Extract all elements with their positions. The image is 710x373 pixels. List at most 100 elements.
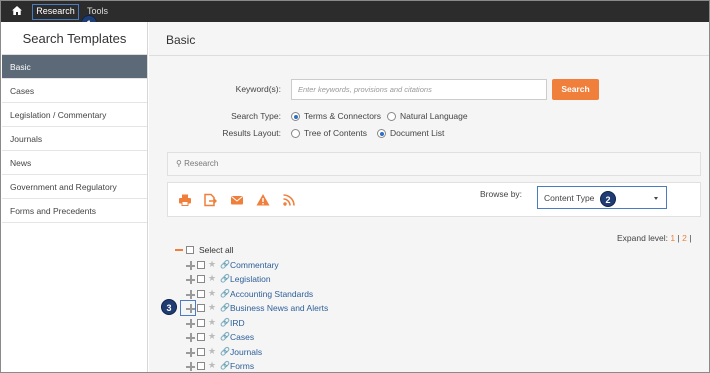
sidebar: Search Templates Basic Cases Legislation… xyxy=(2,22,148,372)
home-icon[interactable] xyxy=(10,4,24,18)
expand-level-2-link[interactable]: 2 xyxy=(682,233,687,243)
chevron-down-icon xyxy=(654,197,658,200)
radio-tree-of-contents[interactable] xyxy=(291,129,300,138)
export-icon[interactable] xyxy=(203,193,217,207)
star-icon[interactable]: ★ xyxy=(208,360,216,371)
toolbar: Browse by: Content Type 2 xyxy=(167,182,701,217)
sidebar-title: Search Templates xyxy=(2,22,147,55)
expand-plus-icon[interactable] xyxy=(186,362,195,371)
tree-checkbox[interactable] xyxy=(197,348,205,356)
main-content: Basic Keyword(s): Enter keywords, provis… xyxy=(149,22,709,372)
tree-checkbox[interactable] xyxy=(197,290,205,298)
location-pin-icon: ⚲ xyxy=(176,159,182,168)
expand-level-label: Expand level: xyxy=(617,233,669,243)
option-tree-of-contents: Tree of Contents xyxy=(304,128,367,138)
tree-checkbox[interactable] xyxy=(197,275,205,283)
expand-plus-icon[interactable] xyxy=(186,319,195,328)
option-natural-language: Natural Language xyxy=(400,111,468,121)
tree-row: ★ 🔗 Legislation xyxy=(173,273,333,288)
expand-plus-icon[interactable] xyxy=(186,333,195,342)
tree-item-label[interactable]: Business News and Alerts xyxy=(230,303,328,313)
star-icon[interactable]: ★ xyxy=(208,273,216,284)
tree-row: ★ 🔗 Business News and Alerts xyxy=(173,302,393,317)
tree-item-label[interactable]: Cases xyxy=(230,332,254,342)
link-icon: 🔗 xyxy=(220,274,230,283)
tree-checkbox[interactable] xyxy=(197,261,205,269)
alert-icon[interactable] xyxy=(256,193,270,207)
tree-checkbox[interactable] xyxy=(197,333,205,341)
option-terms-connectors: Terms & Connectors xyxy=(304,111,381,121)
tree-checkbox[interactable] xyxy=(197,362,205,370)
link-icon: 🔗 xyxy=(220,347,230,356)
keyword-input[interactable]: Enter keywords, provisions and citations xyxy=(291,79,547,100)
search-type-label: Search Type: xyxy=(231,111,281,121)
breadcrumb-bar: ⚲ Research xyxy=(167,152,701,176)
callout-2: 2 xyxy=(600,191,616,207)
sidebar-item-forms-precedents[interactable]: Forms and Precedents xyxy=(2,199,147,223)
keyword-label: Keyword(s): xyxy=(235,84,281,94)
search-button[interactable]: Search xyxy=(552,79,599,100)
select-all-checkbox[interactable] xyxy=(186,246,194,254)
expand-level-separator: | xyxy=(677,233,680,243)
radio-document-list[interactable] xyxy=(377,129,386,138)
browse-by-label: Browse by: xyxy=(480,189,523,199)
sidebar-item-cases[interactable]: Cases xyxy=(2,79,147,103)
tree-row: ★ 🔗 Forms xyxy=(173,360,333,372)
tree-row: ★ 🔗 Cases xyxy=(173,331,333,346)
expand-level-separator: | xyxy=(689,233,692,243)
sidebar-item-news[interactable]: News xyxy=(2,151,147,175)
rss-icon[interactable] xyxy=(282,193,296,207)
link-icon: 🔗 xyxy=(220,318,230,327)
link-icon: 🔗 xyxy=(220,303,230,312)
link-icon: 🔗 xyxy=(220,260,230,269)
tree-row: ★ 🔗 Journals xyxy=(173,346,333,361)
page-title: Basic xyxy=(166,33,196,47)
expand-level-1-link[interactable]: 1 xyxy=(670,233,675,243)
tree-row: ★ 🔗 IRD xyxy=(173,317,333,332)
breadcrumb: ⚲ Research xyxy=(176,159,218,168)
link-icon: 🔗 xyxy=(220,361,230,370)
sidebar-item-legislation-commentary[interactable]: Legislation / Commentary xyxy=(2,103,147,127)
results-layout-label: Results Layout: xyxy=(222,128,281,138)
expand-plus-icon[interactable] xyxy=(186,261,195,270)
radio-natural-language[interactable] xyxy=(387,112,396,121)
app-frame: Research Tools 1 Search Templates Basic … xyxy=(0,0,710,373)
star-icon[interactable]: ★ xyxy=(208,259,216,270)
expand-plus-icon[interactable] xyxy=(186,275,195,284)
sidebar-item-government-regulatory[interactable]: Government and Regulatory xyxy=(2,175,147,199)
star-icon[interactable]: ★ xyxy=(208,331,216,342)
expand-plus-icon[interactable] xyxy=(186,348,195,357)
tree-item-label[interactable]: Forms xyxy=(230,361,254,371)
expand-level-row: Expand level: 1 | 2 | xyxy=(617,233,691,243)
top-navigation-bar: Research Tools xyxy=(1,1,709,22)
star-icon[interactable]: ★ xyxy=(208,346,216,357)
email-icon[interactable] xyxy=(230,193,244,207)
tree-item-label[interactable]: Commentary xyxy=(230,260,279,270)
option-document-list: Document List xyxy=(390,128,445,138)
highlight-box xyxy=(180,300,196,316)
tree-checkbox[interactable] xyxy=(197,319,205,327)
print-icon[interactable] xyxy=(178,193,192,207)
expand-plus-icon[interactable] xyxy=(186,290,195,299)
tree-item-label[interactable]: Accounting Standards xyxy=(230,289,313,299)
sidebar-item-journals[interactable]: Journals xyxy=(2,127,147,151)
star-icon[interactable]: ★ xyxy=(208,317,216,328)
select-all-label: Select all xyxy=(199,245,234,255)
tree-row: ★ 🔗 Accounting Standards xyxy=(173,288,373,303)
tree-item-label[interactable]: Legislation xyxy=(230,274,271,284)
star-icon[interactable]: ★ xyxy=(208,288,216,299)
link-icon: 🔗 xyxy=(220,289,230,298)
nav-research-tab[interactable]: Research xyxy=(32,4,79,20)
radio-terms-connectors[interactable] xyxy=(291,112,300,121)
sidebar-item-basic[interactable]: Basic xyxy=(2,55,147,79)
tree-item-label[interactable]: IRD xyxy=(230,318,245,328)
collapse-minus-icon[interactable] xyxy=(175,249,183,251)
callout-3: 3 xyxy=(161,299,177,315)
tree-row-select-all: Select all xyxy=(173,245,293,259)
tree-item-label[interactable]: Journals xyxy=(230,347,262,357)
breadcrumb-research[interactable]: Research xyxy=(184,159,218,168)
star-icon[interactable]: ★ xyxy=(208,302,216,313)
tree-checkbox[interactable] xyxy=(197,304,205,312)
link-icon: 🔗 xyxy=(220,332,230,341)
browse-by-value: Content Type xyxy=(544,193,595,203)
